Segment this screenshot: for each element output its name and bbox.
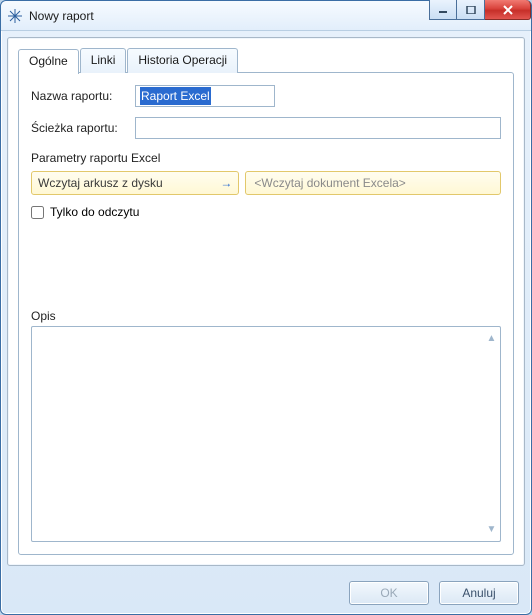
window-controls <box>429 0 531 20</box>
row-report-path: Ścieżka raportu: <box>31 117 501 139</box>
readonly-checkbox[interactable] <box>31 206 44 219</box>
scroll-up-icon: ▲ <box>487 333 497 344</box>
app-icon <box>7 8 23 24</box>
description-textarea[interactable]: ▲ ▼ <box>31 326 501 542</box>
window-title: Nowy raport <box>29 9 94 23</box>
loaded-document-display: <Wczytaj dokument Excela> <box>245 171 501 195</box>
tab-strip: Ogólne Linki Historia Operacji <box>18 48 514 73</box>
arrow-right-icon: → <box>220 176 232 190</box>
close-button[interactable] <box>485 0 531 20</box>
dialog-window: Nowy raport Ogólne Linki Historia Operac… <box>0 0 532 615</box>
tab-links[interactable]: Linki <box>80 48 127 73</box>
button-bar: OK Anuluj <box>1 572 531 614</box>
load-sheet-button-label: Wczytaj arkusz z dysku <box>38 176 163 190</box>
dialog-body: Ogólne Linki Historia Operacji Nazwa rap… <box>7 37 525 566</box>
report-name-label: Nazwa raportu: <box>31 89 135 103</box>
report-name-value: Raport Excel <box>140 87 211 105</box>
scroll-down-icon: ▼ <box>487 524 497 535</box>
params-section-label: Parametry raportu Excel <box>31 151 501 165</box>
params-row: Wczytaj arkusz z dysku → <Wczytaj dokume… <box>31 171 501 195</box>
minimize-icon <box>438 6 448 14</box>
description-label: Opis <box>31 309 501 323</box>
close-icon <box>502 5 514 15</box>
report-path-label: Ścieżka raportu: <box>31 121 135 135</box>
readonly-row: Tylko do odczytu <box>31 205 501 219</box>
minimize-button[interactable] <box>429 0 457 20</box>
scrollbar[interactable]: ▲ ▼ <box>484 333 499 535</box>
tab-general[interactable]: Ogólne <box>18 49 79 74</box>
tab-panel-general: Nazwa raportu: Raport Excel Ścieżka rapo… <box>18 72 514 555</box>
title-bar[interactable]: Nowy raport <box>1 1 531 31</box>
report-name-input[interactable]: Raport Excel <box>135 85 275 107</box>
maximize-button[interactable] <box>457 0 485 20</box>
load-sheet-button[interactable]: Wczytaj arkusz z dysku → <box>31 171 239 195</box>
row-report-name: Nazwa raportu: Raport Excel <box>31 85 501 107</box>
report-path-input[interactable] <box>135 117 501 139</box>
cancel-button[interactable]: Anuluj <box>439 581 519 605</box>
ok-button[interactable]: OK <box>349 581 429 605</box>
loaded-document-placeholder: <Wczytaj dokument Excela> <box>254 176 405 190</box>
readonly-label: Tylko do odczytu <box>50 205 139 219</box>
tab-history[interactable]: Historia Operacji <box>127 48 238 73</box>
maximize-icon <box>466 6 476 14</box>
